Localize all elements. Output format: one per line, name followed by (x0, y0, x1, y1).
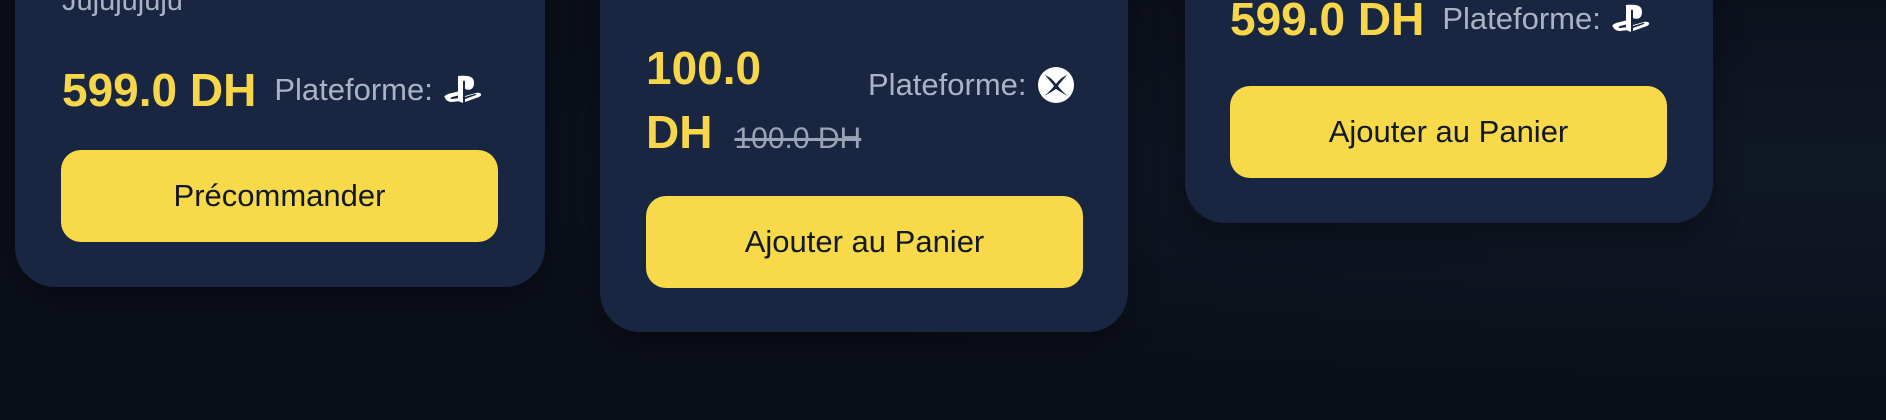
price-row: 599.0 DH Plateforme: (62, 58, 483, 122)
product-price: 599.0 DH (1230, 0, 1425, 45)
platform-row: Plateforme: (868, 66, 1075, 104)
preorder-button[interactable]: Précommander (61, 150, 498, 242)
platform-info: Plateforme: (868, 66, 1075, 104)
platform-label: Plateforme: (1442, 1, 1601, 36)
old-price: 100.0 DH (734, 122, 862, 155)
product-subtitle: Jujujujuju (62, 0, 183, 17)
platform-info: Plateforme: (274, 72, 483, 108)
product-card-1: Jujujujuju 599.0 DH Plateforme: Précomma… (15, 0, 545, 287)
page: Jujujujuju 599.0 DH Plateforme: Précomma… (0, 0, 1886, 420)
playstation-icon (1611, 3, 1651, 35)
price-block: 100.0 DH 100.0 DH (646, 36, 861, 164)
product-price: 599.0 DH (62, 64, 257, 116)
product-card-2: 100.0 DH 100.0 DH Plateforme: Ajouter au… (600, 0, 1128, 332)
product-card-3: 599.0 DH Plateforme: Ajouter au Panier (1185, 0, 1713, 223)
add-to-cart-button[interactable]: Ajouter au Panier (1230, 86, 1667, 178)
price-row: 599.0 DH Plateforme: (1230, 0, 1651, 51)
playstation-icon (443, 74, 483, 106)
price-line2-row: DH 100.0 DH (646, 100, 861, 164)
xbox-icon (1037, 66, 1075, 104)
product-price-line1: 100.0 (646, 42, 762, 94)
platform-label: Plateforme: (868, 67, 1027, 102)
add-to-cart-button[interactable]: Ajouter au Panier (646, 196, 1083, 288)
product-price-line2: DH (646, 106, 713, 158)
platform-info: Plateforme: (1442, 1, 1651, 37)
platform-label: Plateforme: (274, 72, 433, 107)
